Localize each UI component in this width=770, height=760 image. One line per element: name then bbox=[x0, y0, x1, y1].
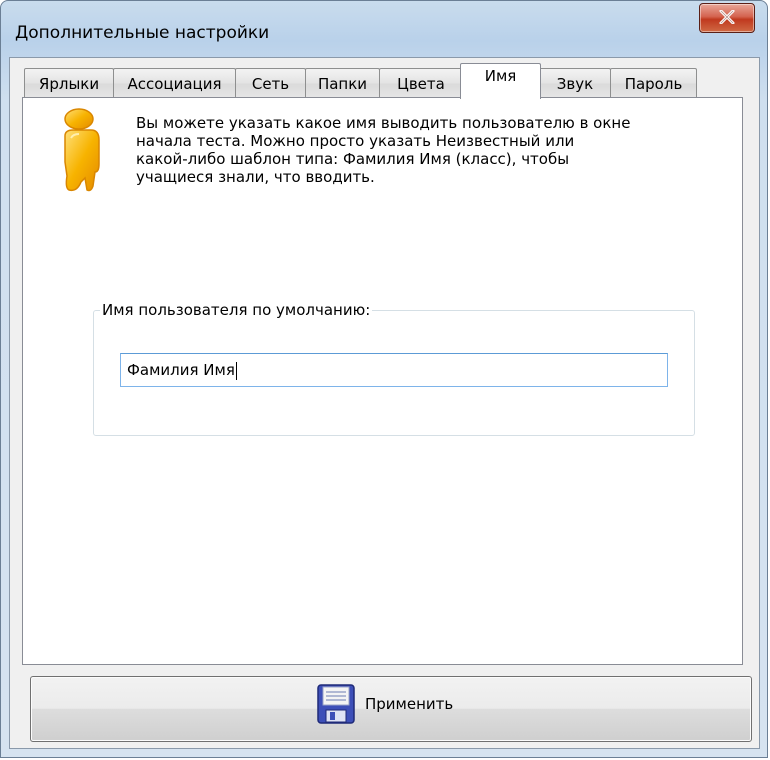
tab-network[interactable]: Сеть bbox=[235, 68, 306, 98]
close-button[interactable] bbox=[699, 3, 755, 33]
tab-shortcuts[interactable]: Ярлыки bbox=[24, 68, 114, 98]
tab-password[interactable]: Пароль bbox=[610, 68, 697, 98]
default-name-value: Фамилия Имя bbox=[127, 361, 235, 379]
window-title: Дополнительные настройки bbox=[15, 23, 270, 43]
tab-folders[interactable]: Папки bbox=[305, 68, 380, 98]
description-text: Вы можете указать какое имя выводить пол… bbox=[136, 114, 736, 186]
groupbox-label: Имя пользователя по умолчанию: bbox=[100, 300, 373, 320]
apply-button-label: Применить bbox=[365, 695, 454, 713]
description-line: какой-либо шаблон типа: Фамилия Имя (кла… bbox=[136, 150, 570, 168]
default-name-input[interactable]: Фамилия Имя bbox=[120, 353, 668, 387]
title-bar[interactable]: Дополнительные настройки bbox=[1, 1, 767, 57]
description-line: начала теста. Можно просто указать Неизв… bbox=[136, 132, 575, 150]
tab-colors[interactable]: Цвета bbox=[379, 68, 463, 98]
tab-name[interactable]: Имя bbox=[460, 63, 541, 99]
user-icon bbox=[64, 108, 100, 192]
text-caret bbox=[235, 361, 237, 380]
tab-sound[interactable]: Звук bbox=[539, 68, 611, 98]
tab-association[interactable]: Ассоциация bbox=[113, 68, 236, 98]
close-icon bbox=[719, 10, 735, 24]
apply-button[interactable]: Применить bbox=[30, 676, 752, 742]
floppy-disk-icon bbox=[317, 684, 355, 724]
tab-panel-name: Вы можете указать какое имя выводить пол… bbox=[22, 97, 743, 665]
description-line: учащиеся знали, что вводить. bbox=[136, 168, 375, 186]
description-line: Вы можете указать какое имя выводить пол… bbox=[136, 114, 631, 132]
